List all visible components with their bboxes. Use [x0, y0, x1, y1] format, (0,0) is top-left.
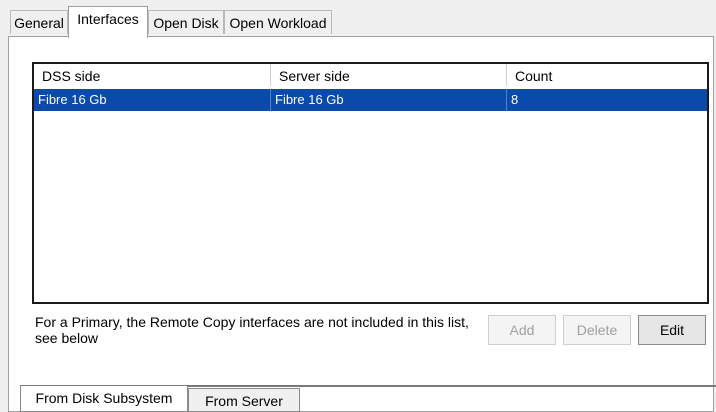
delete-button[interactable]: Delete: [563, 315, 631, 345]
cell-count: 8: [511, 92, 519, 107]
cell-server-side: Fibre 16 Gb: [271, 89, 507, 111]
column-header-server-side[interactable]: Server side: [271, 64, 507, 86]
tab-general[interactable]: General: [10, 10, 68, 34]
remote-copy-note: For a Primary, the Remote Copy interface…: [35, 314, 469, 346]
top-tab-strip: General Interfaces Open Disk Open Worklo…: [0, 0, 716, 38]
tab-from-disk-subsystem[interactable]: From Disk Subsystem: [20, 386, 188, 412]
edit-button[interactable]: Edit: [638, 315, 706, 345]
tab-open-workload[interactable]: Open Workload: [224, 10, 332, 34]
table-row[interactable]: Fibre 16 Gb Fibre 16 Gb 8: [34, 89, 707, 111]
column-header-count[interactable]: Count: [507, 64, 707, 86]
tab-from-server[interactable]: From Server: [188, 388, 300, 412]
tab-interfaces[interactable]: Interfaces: [68, 6, 148, 38]
interfaces-list[interactable]: DSS side Server side Count Fibre 16 Gb F…: [32, 62, 709, 304]
list-header: DSS side Server side Count: [34, 64, 707, 86]
tab-open-disk[interactable]: Open Disk: [148, 10, 224, 34]
add-button[interactable]: Add: [488, 315, 556, 345]
column-header-dss-side[interactable]: DSS side: [34, 64, 271, 86]
cell-dss-side: Fibre 16 Gb: [34, 89, 271, 111]
